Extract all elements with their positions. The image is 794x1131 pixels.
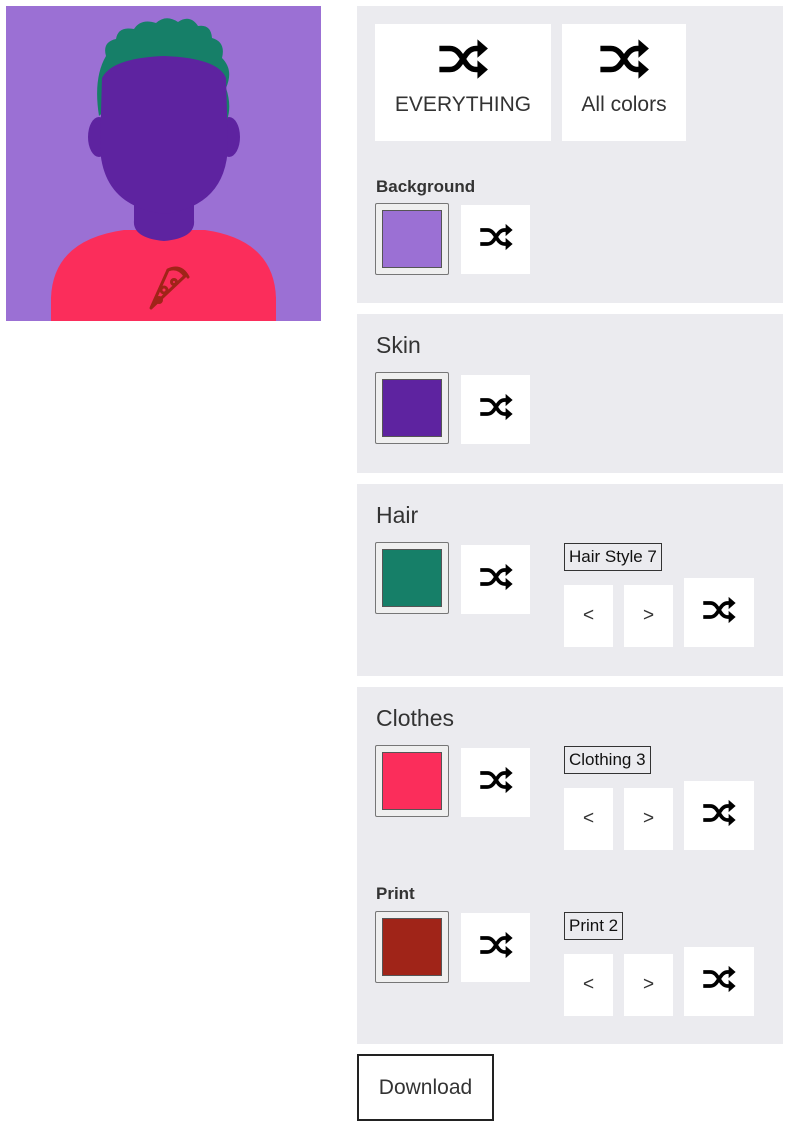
background-color-picker[interactable] (375, 203, 449, 275)
hair-style-shuffle-button[interactable] (684, 578, 754, 647)
clothes-color-picker[interactable] (375, 745, 449, 817)
hair-panel: Hair Hair Style 7 < > (357, 484, 783, 676)
randomize-all-colors-button[interactable]: All colors (562, 24, 686, 141)
hair-style-prev-button[interactable]: < (564, 585, 613, 647)
shuffle-icon (701, 799, 737, 832)
randomize-panel: EVERYTHING All colors Background (357, 6, 783, 303)
clothing-style-label: Clothing 3 (564, 746, 651, 774)
skin-heading: Skin (376, 332, 421, 358)
randomize-all-colors-label: All colors (581, 93, 667, 116)
background-color-swatch (382, 210, 442, 268)
randomize-everything-label: EVERYTHING (394, 93, 532, 116)
skin-color-swatch (382, 379, 442, 437)
shuffle-icon (478, 223, 514, 256)
print-style-next-button[interactable]: > (624, 954, 673, 1016)
avatar-shirt (51, 230, 276, 321)
skin-shuffle-button[interactable] (461, 375, 530, 444)
avatar-illustration (6, 6, 321, 321)
shuffle-icon (478, 393, 514, 426)
download-button[interactable]: Download (357, 1054, 494, 1121)
shuffle-icon (436, 38, 490, 85)
shuffle-icon (701, 596, 737, 629)
hair-color-swatch (382, 549, 442, 607)
avatar-head (100, 56, 228, 214)
randomize-everything-button[interactable]: EVERYTHING (375, 24, 551, 141)
clothes-panel: Clothes Clothing 3 < > Print Print 2 < > (357, 687, 783, 1044)
print-style-shuffle-button[interactable] (684, 947, 754, 1016)
clothes-color-shuffle-button[interactable] (461, 748, 530, 817)
shuffle-icon (478, 766, 514, 799)
shuffle-icon (701, 965, 737, 998)
skin-panel: Skin (357, 314, 783, 473)
clothing-style-shuffle-button[interactable] (684, 781, 754, 850)
print-color-picker[interactable] (375, 911, 449, 983)
hair-color-picker[interactable] (375, 542, 449, 614)
hair-heading: Hair (376, 502, 419, 528)
print-style-prev-button[interactable]: < (564, 954, 613, 1016)
clothes-heading: Clothes (376, 705, 454, 731)
shuffle-icon (478, 563, 514, 596)
skin-color-picker[interactable] (375, 372, 449, 444)
print-color-shuffle-button[interactable] (461, 913, 530, 982)
clothes-color-swatch (382, 752, 442, 810)
hair-color-shuffle-button[interactable] (461, 545, 530, 614)
print-heading: Print (376, 884, 415, 903)
background-shuffle-button[interactable] (461, 205, 530, 274)
shuffle-icon (597, 38, 651, 85)
clothing-style-next-button[interactable]: > (624, 788, 673, 850)
avatar-preview (6, 6, 321, 321)
background-heading: Background (376, 177, 476, 196)
clothing-style-prev-button[interactable]: < (564, 788, 613, 850)
print-color-swatch (382, 918, 442, 976)
hair-style-next-button[interactable]: > (624, 585, 673, 647)
print-style-label: Print 2 (564, 912, 624, 940)
shuffle-icon (478, 931, 514, 964)
hair-style-label: Hair Style 7 (564, 543, 662, 571)
